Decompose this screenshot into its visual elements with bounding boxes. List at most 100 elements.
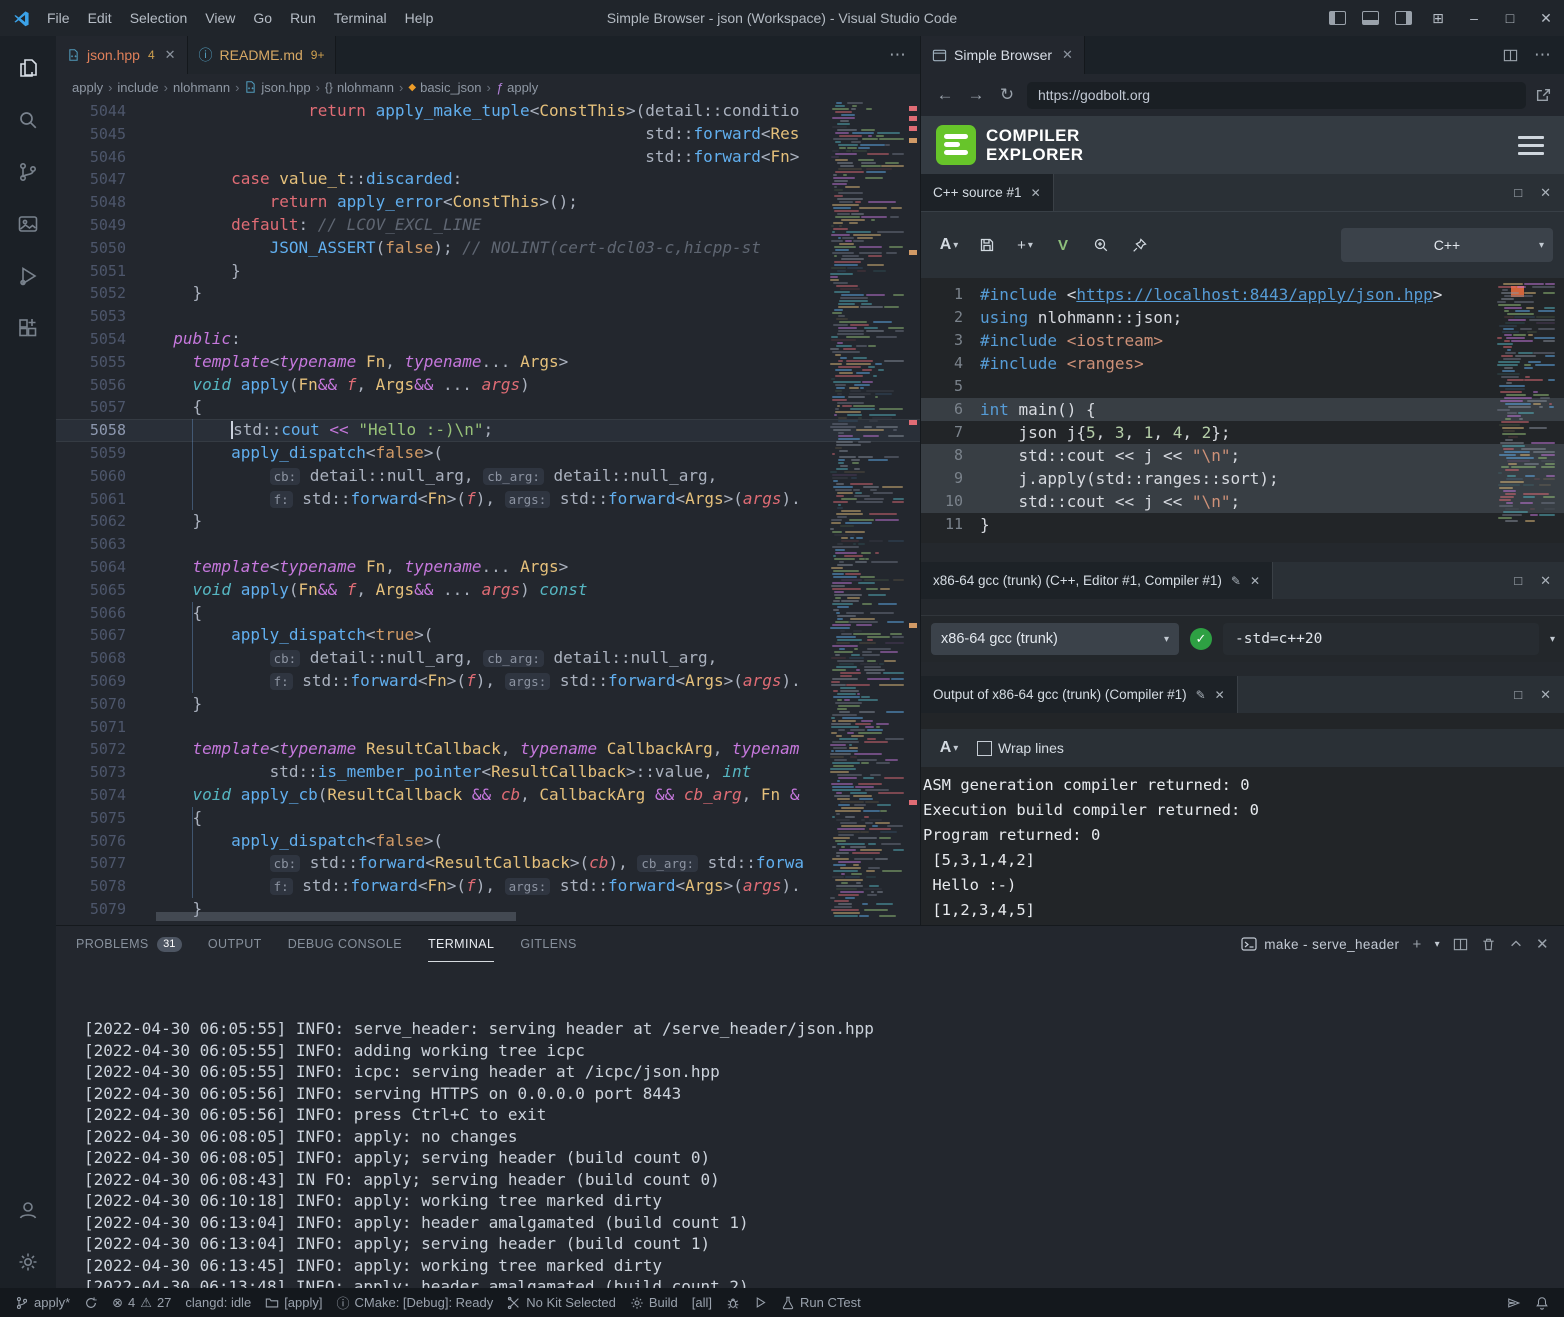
code-line[interactable]: 5073 std::is_member_pointer<ResultCallba… (56, 761, 920, 784)
cmake-status[interactable]: ⓘ CMake: [Debug]: Ready (330, 1288, 501, 1317)
compile-ok-icon[interactable]: ✓ (1190, 628, 1212, 650)
close-icon[interactable]: ✕ (165, 47, 176, 63)
code-editor[interactable]: 5044 return apply_make_tuple<ConstThis>(… (56, 100, 920, 925)
menu-go[interactable]: Go (244, 0, 281, 36)
activity-explorer[interactable] (4, 42, 52, 94)
code-line[interactable]: 8 std::cout << j << "\n"; (921, 444, 1564, 467)
feedback-icon[interactable] (1500, 1296, 1528, 1310)
maximize-pane-icon[interactable]: □ (1514, 573, 1522, 588)
code-line[interactable]: 5 (921, 375, 1564, 398)
output-pane-tab[interactable]: Output of x86-64 gcc (trunk) (Compiler #… (921, 676, 1238, 713)
cmake-build-target[interactable]: [all] (685, 1288, 719, 1317)
save-icon[interactable] (971, 228, 1003, 262)
ce-minimap[interactable] (1497, 283, 1555, 529)
code-line[interactable]: 5045 std::forward<Res (56, 123, 920, 146)
code-line[interactable]: 5069 f: std::forward<Fn>(f), args: std::… (56, 670, 920, 693)
customize-layout-icon[interactable]: ⊞ (1420, 0, 1456, 36)
code-line[interactable]: 6int main() { (921, 398, 1564, 421)
close-icon[interactable]: ✕ (1250, 574, 1260, 588)
code-line[interactable]: 11} (921, 513, 1564, 536)
code-line[interactable]: 5044 return apply_make_tuple<ConstThis>(… (56, 100, 920, 123)
activity-search[interactable] (4, 94, 52, 146)
breadcrumb-item-basic_json[interactable]: ◆basic_json (408, 80, 481, 95)
panel-tab-terminal[interactable]: TERMINAL (428, 926, 494, 962)
rename-pane-icon[interactable]: ✎ (1196, 688, 1206, 702)
panel-tab-debug-console[interactable]: DEBUG CONSOLE (288, 926, 402, 962)
code-line[interactable]: 5059 apply_dispatch<false>( (56, 442, 920, 465)
code-line[interactable]: 5052 } (56, 282, 920, 305)
code-line[interactable]: 1#include <https://localhost:8443/apply/… (921, 283, 1564, 306)
menu-view[interactable]: View (196, 0, 244, 36)
add-pane-button[interactable]: +▾ (1009, 228, 1041, 262)
font-size-button[interactable]: A▾ (933, 228, 965, 262)
code-line[interactable]: 5050 JSON_ASSERT(false); // NOLINT(cert-… (56, 237, 920, 260)
code-line[interactable]: 5068 cb: detail::null_arg, cb_arg: detai… (56, 647, 920, 670)
cmake-debug-button[interactable] (719, 1288, 747, 1317)
back-icon[interactable]: ← (934, 85, 956, 105)
code-line[interactable]: 5047 case value_t::discarded: (56, 168, 920, 191)
split-terminal-icon[interactable] (1453, 937, 1468, 952)
open-external-icon[interactable] (1535, 87, 1552, 104)
breadcrumb-item-nlohmann[interactable]: nlohmann (173, 80, 230, 95)
breadcrumb-item-apply[interactable]: apply (72, 80, 103, 95)
close-pane-icon[interactable]: ✕ (1540, 687, 1551, 703)
code-line[interactable]: 5067 apply_dispatch<true>( (56, 624, 920, 647)
terminal-dropdown-icon[interactable]: ▾ (1435, 939, 1440, 950)
code-line[interactable]: 5070 } (56, 693, 920, 716)
menu-help[interactable]: Help (396, 0, 443, 36)
compiler-options-input[interactable]: -std=c++20 (1223, 623, 1539, 655)
sync-status[interactable] (77, 1288, 105, 1317)
close-icon[interactable]: ✕ (1215, 688, 1225, 702)
activity-extensions[interactable] (4, 302, 52, 354)
tab-simple-browser[interactable]: Simple Browser ✕ (921, 36, 1085, 74)
options-dropdown-icon[interactable]: ▾ (1550, 634, 1555, 645)
code-line[interactable]: 2using nlohmann::json; (921, 306, 1564, 329)
maximize-panel-icon[interactable] (1509, 937, 1523, 951)
cmake-project-status[interactable]: [apply] (258, 1288, 329, 1317)
code-line[interactable]: 5063 (56, 533, 920, 556)
hamburger-menu-icon[interactable] (1518, 136, 1550, 155)
ce-source-editor[interactable]: 1#include <https://localhost:8443/apply/… (921, 278, 1564, 543)
forward-icon[interactable]: → (965, 85, 987, 105)
close-pane-icon[interactable]: ✕ (1540, 185, 1551, 201)
code-line[interactable]: 5078 f: std::forward<Fn>(f), args: std::… (56, 875, 920, 898)
new-terminal-icon[interactable]: + (1412, 936, 1421, 953)
source-pane-tab[interactable]: C++ source #1 ✕ (921, 174, 1054, 211)
code-line[interactable]: 5057 { (56, 396, 920, 419)
compiler-select[interactable]: x86-64 gcc (trunk) ▾ (931, 623, 1179, 655)
more-actions-icon[interactable]: ⋯ (889, 45, 906, 65)
code-line[interactable]: 5075 { (56, 807, 920, 830)
menu-selection[interactable]: Selection (121, 0, 197, 36)
url-input[interactable]: https://godbolt.org (1027, 82, 1526, 109)
toggle-secondary-sidebar-icon[interactable] (1395, 11, 1412, 25)
breadcrumb-item-include[interactable]: include (117, 80, 158, 95)
settings-gear-icon[interactable] (4, 1236, 52, 1288)
horizontal-scrollbar[interactable] (156, 912, 516, 921)
activity-source-control[interactable] (4, 146, 52, 198)
account-icon[interactable] (4, 1184, 52, 1236)
language-select[interactable]: C++ ▾ (1341, 228, 1553, 262)
code-line[interactable]: 5046 std::forward<Fn> (56, 146, 920, 169)
run-ctest-button[interactable]: Run CTest (774, 1288, 868, 1317)
code-line[interactable]: 5076 apply_dispatch<false>( (56, 830, 920, 853)
breadcrumb-item-json.hpp[interactable]: json.hpp (244, 80, 310, 95)
panel-tab-gitlens[interactable]: GITLENS (520, 926, 576, 962)
font-size-button[interactable]: A▾ (933, 731, 965, 765)
code-line[interactable]: 5060 cb: detail::null_arg, cb_arg: detai… (56, 465, 920, 488)
maximize-pane-icon[interactable]: □ (1514, 185, 1522, 200)
zoom-icon[interactable] (1085, 228, 1117, 262)
toggle-panel-icon[interactable] (1362, 11, 1379, 25)
tab-readme-md[interactable]: ⓘ README.md 9+ (188, 36, 337, 74)
menu-file[interactable]: File (38, 0, 79, 36)
more-actions-icon[interactable]: ⋯ (1534, 45, 1551, 65)
activity-run-debug[interactable] (4, 250, 52, 302)
close-panel-icon[interactable]: ✕ (1536, 935, 1549, 953)
code-line[interactable]: 10 std::cout << j << "\n"; (921, 490, 1564, 513)
kill-terminal-icon[interactable] (1481, 937, 1496, 952)
menu-edit[interactable]: Edit (79, 0, 121, 36)
wrap-lines-checkbox[interactable]: Wrap lines (977, 740, 1064, 756)
code-line[interactable]: 5061 f: std::forward<Fn>(f), args: std::… (56, 488, 920, 511)
breadcrumb-item-apply[interactable]: ƒapply (496, 80, 538, 95)
cmake-kit-status[interactable]: No Kit Selected (500, 1288, 623, 1317)
pin-icon[interactable] (1123, 228, 1155, 262)
